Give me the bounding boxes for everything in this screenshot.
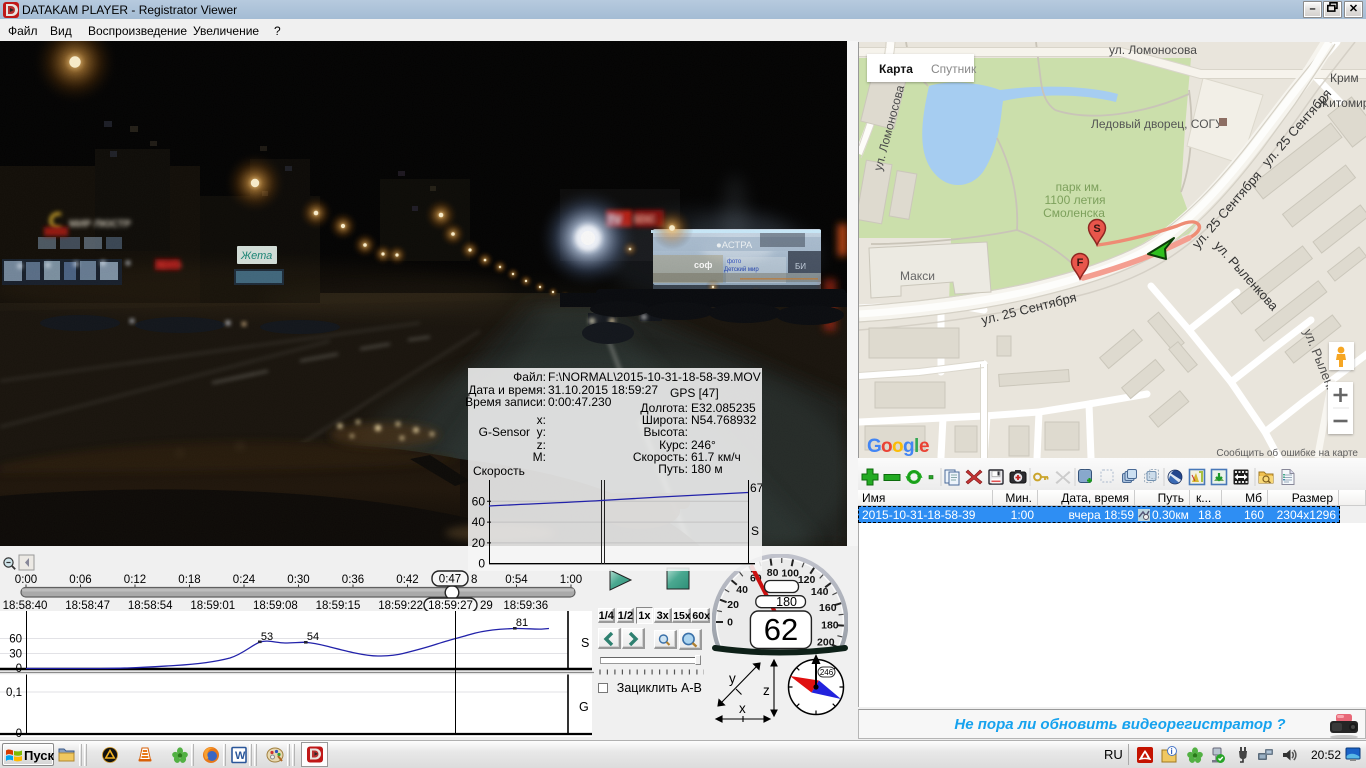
svg-text:S: S	[751, 524, 759, 538]
svg-text:0:36: 0:36	[342, 574, 364, 586]
svg-text:18:58:54: 18:58:54	[128, 600, 173, 612]
svg-text:8: 8	[471, 574, 477, 586]
svg-text:y: y	[729, 671, 736, 686]
svg-text:0: 0	[478, 557, 485, 571]
svg-text:0:47: 0:47	[439, 574, 461, 586]
svg-text:1:00: 1:00	[560, 574, 582, 586]
svg-text:S: S	[1093, 223, 1100, 235]
svg-text:G: G	[579, 700, 589, 714]
svg-text:e: e	[919, 436, 929, 457]
svg-text:W: W	[235, 750, 246, 762]
svg-text:0:18: 0:18	[178, 574, 200, 586]
svg-text:120: 120	[798, 574, 816, 586]
svg-text:18:58:40: 18:58:40	[3, 600, 48, 612]
svg-text:Макси: Макси	[900, 269, 935, 283]
svg-text:0:42: 0:42	[396, 574, 418, 586]
svg-text:i: i	[1171, 747, 1173, 756]
svg-text:81: 81	[516, 617, 528, 629]
svg-text:g: g	[903, 436, 914, 457]
svg-text:Сообщить об ошибке на карте: Сообщить об ошибке на карте	[1216, 447, 1358, 458]
svg-text:20: 20	[472, 536, 486, 550]
svg-text:o: o	[881, 436, 892, 457]
svg-text:18:59:22: 18:59:22	[378, 600, 423, 612]
svg-text:0: 0	[16, 663, 22, 675]
svg-text:Крим: Крим	[1330, 71, 1359, 85]
svg-text:ул. Ломоносова: ул. Ломоносова	[1109, 43, 1197, 57]
svg-text:29: 29	[480, 600, 493, 612]
svg-text:160: 160	[819, 602, 837, 614]
svg-text:0:24: 0:24	[233, 574, 256, 586]
svg-text:62: 62	[764, 612, 798, 647]
svg-text:G: G	[867, 436, 881, 457]
svg-text:40: 40	[472, 515, 486, 529]
svg-text:53: 53	[261, 631, 273, 643]
svg-text:Смоленска: Смоленска	[1043, 206, 1105, 220]
svg-text:60: 60	[9, 634, 22, 646]
svg-text:100: 100	[781, 568, 799, 580]
svg-text:18:59:36: 18:59:36	[503, 600, 548, 612]
svg-text:x: x	[739, 701, 746, 716]
svg-text:18:59:01: 18:59:01	[190, 600, 235, 612]
svg-text:80: 80	[767, 567, 779, 579]
svg-text:18:59:08: 18:59:08	[253, 600, 298, 612]
svg-text:0:12: 0:12	[124, 574, 146, 586]
svg-text:0: 0	[16, 728, 22, 740]
svg-text:парк им.: парк им.	[1056, 180, 1103, 194]
svg-text:Спутник: Спутник	[931, 62, 977, 76]
svg-text:54: 54	[307, 631, 319, 643]
svg-text:180: 180	[776, 595, 797, 609]
svg-text:0,1: 0,1	[6, 687, 22, 699]
svg-text:140: 140	[811, 586, 829, 598]
svg-text:0:30: 0:30	[287, 574, 309, 586]
svg-text:18:59:15: 18:59:15	[316, 600, 361, 612]
svg-text:1100 летия: 1100 летия	[1044, 193, 1105, 207]
svg-text:o: o	[892, 436, 903, 457]
svg-text:F: F	[1077, 257, 1084, 269]
svg-text:Ледовый дворец, СОГУ: Ледовый дворец, СОГУ	[1091, 117, 1223, 131]
svg-text:0: 0	[727, 617, 733, 629]
svg-text:S: S	[581, 636, 589, 650]
svg-text:0:00: 0:00	[15, 574, 37, 586]
svg-text:180: 180	[821, 619, 839, 631]
svg-text:z: z	[763, 683, 770, 698]
svg-text:40: 40	[736, 584, 748, 596]
svg-text:246: 246	[820, 668, 834, 677]
svg-text:20: 20	[727, 599, 739, 611]
svg-text:0:06: 0:06	[69, 574, 91, 586]
svg-text:Карта: Карта	[879, 62, 913, 76]
svg-text:30: 30	[9, 649, 22, 661]
svg-text:18:59:27: 18:59:27	[428, 600, 473, 612]
svg-text:18:58:47: 18:58:47	[65, 600, 110, 612]
svg-text:0:54: 0:54	[505, 574, 528, 586]
svg-text:60: 60	[472, 494, 486, 508]
svg-text:67: 67	[750, 481, 762, 495]
